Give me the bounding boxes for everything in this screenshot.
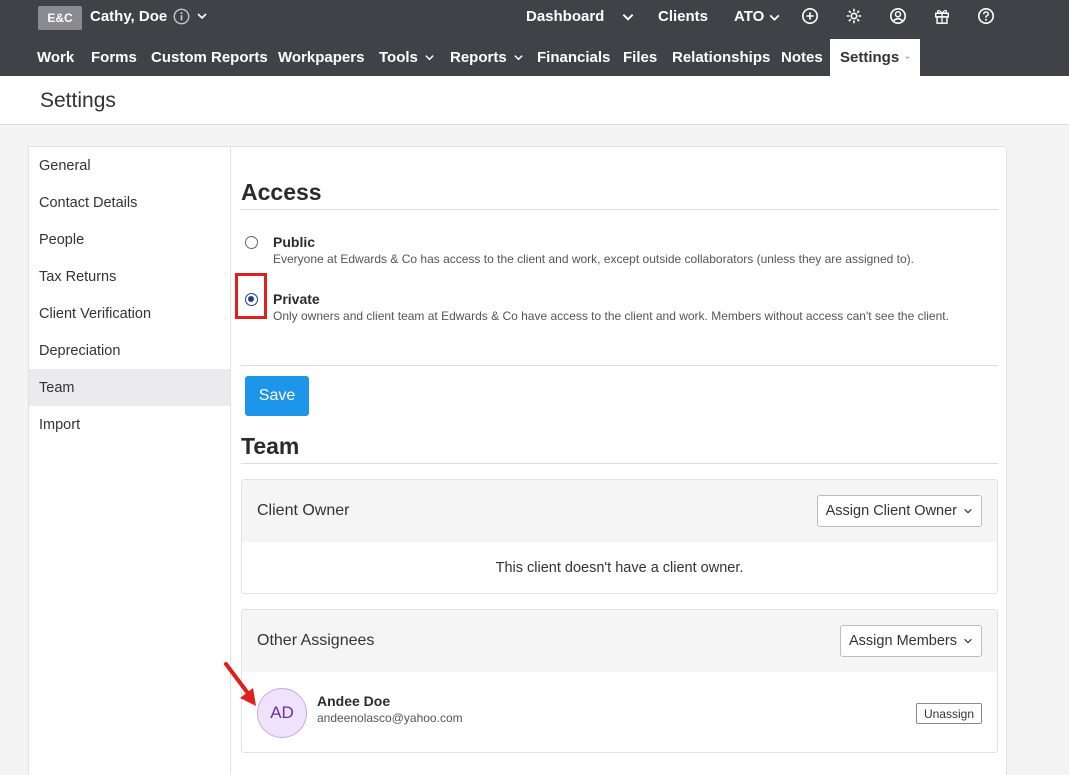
tab-settings-label: Settings: [840, 49, 900, 66]
sidebar-item-depreciation[interactable]: Depreciation: [29, 332, 230, 369]
chevron-down-icon[interactable]: [196, 10, 208, 22]
sidebar-item-team[interactable]: Team: [29, 369, 230, 406]
tab-relationships[interactable]: Relationships: [672, 39, 770, 76]
private-option-title[interactable]: Private: [273, 291, 320, 307]
gift-icon[interactable]: [933, 7, 951, 25]
tab-custom-reports[interactable]: Custom Reports: [151, 39, 268, 76]
tab-workpapers[interactable]: Workpapers: [278, 39, 364, 76]
clients-link[interactable]: Clients: [658, 8, 708, 25]
client-owner-title: Client Owner: [257, 502, 350, 519]
tab-financials[interactable]: Financials: [537, 39, 610, 76]
tab-tools[interactable]: Tools: [379, 39, 435, 76]
other-assignees-title: Other Assignees: [257, 632, 375, 649]
firm-logo[interactable]: E&C: [38, 6, 82, 30]
other-assignees-header: Other Assignees Assign Members: [242, 610, 997, 672]
assign-client-owner-label: Assign Client Owner: [825, 503, 957, 519]
sidebar-item-tax-returns[interactable]: Tax Returns: [29, 258, 230, 295]
chevron-down-icon: [964, 508, 972, 514]
unassign-button[interactable]: Unassign: [915, 703, 982, 724]
main-tabs: Work Forms Custom Reports Workpapers Too…: [0, 39, 1069, 76]
dashboard-link[interactable]: Dashboard: [526, 8, 604, 25]
chevron-down-icon: [425, 55, 434, 61]
assignee-email: andeenolasco@yahoo.com: [317, 711, 463, 725]
team-divider: [241, 463, 998, 464]
tab-notes[interactable]: Notes: [781, 39, 823, 76]
tab-work[interactable]: Work: [37, 39, 74, 76]
client-owner-empty-message: This client doesn't have a client owner.: [495, 560, 744, 576]
info-icon[interactable]: [173, 8, 190, 25]
sidebar-item-people[interactable]: People: [29, 221, 230, 258]
assign-client-owner-button[interactable]: Assign Client Owner: [816, 495, 982, 527]
sidebar-item-client-verification[interactable]: Client Verification: [29, 295, 230, 332]
sidebar-item-import[interactable]: Import: [29, 406, 230, 443]
client-owner-card: Client Owner Assign Client Owner This cl…: [241, 479, 998, 594]
chevron-down-icon[interactable]: [768, 11, 781, 24]
sidebar-item-contact-details[interactable]: Contact Details: [29, 184, 230, 221]
team-heading: Team: [241, 433, 300, 459]
public-option-title[interactable]: Public: [273, 234, 315, 250]
settings-sidebar: General Contact Details People Tax Retur…: [28, 146, 230, 775]
sidebar-item-general[interactable]: General: [29, 147, 230, 184]
assignee-name: Andee Doe: [317, 693, 391, 709]
annotation-arrow-icon: [224, 662, 256, 706]
page-title: Settings: [40, 89, 116, 112]
tab-reports-label: Reports: [450, 49, 507, 66]
chevron-down-icon: [964, 638, 972, 644]
public-option-description: Everyone at Edwards & Co has access to t…: [273, 252, 915, 266]
avatar: AD: [257, 688, 307, 738]
public-radio[interactable]: [245, 236, 258, 249]
gear-icon[interactable]: [845, 7, 863, 25]
private-option-description: Only owners and client team at Edwards &…: [273, 309, 949, 323]
assign-members-label: Assign Members: [849, 633, 957, 649]
private-radio[interactable]: [245, 293, 258, 306]
tab-forms[interactable]: Forms: [91, 39, 137, 76]
client-owner-header: Client Owner Assign Client Owner: [242, 480, 997, 542]
assign-members-button[interactable]: Assign Members: [840, 625, 982, 657]
tab-settings[interactable]: Settings: [830, 39, 920, 76]
help-icon[interactable]: [977, 7, 995, 25]
chevron-down-icon: [905, 56, 910, 59]
save-button[interactable]: Save: [245, 376, 309, 416]
settings-main-panel: Access Public Everyone at Edwards & Co h…: [230, 146, 1007, 775]
top-bar: E&C Cathy, Doe Dashboard Clients ATO Wor…: [0, 0, 1069, 76]
tab-reports[interactable]: Reports: [450, 39, 524, 76]
client-name[interactable]: Cathy, Doe: [90, 8, 167, 25]
access-heading: Access: [241, 179, 322, 205]
user-icon[interactable]: [889, 7, 907, 25]
tab-tools-label: Tools: [379, 49, 418, 66]
page-header: Settings: [0, 76, 1069, 125]
add-icon[interactable]: [801, 7, 819, 25]
access-divider: [241, 209, 998, 210]
tab-files[interactable]: Files: [623, 39, 657, 76]
other-assignees-card: Other Assignees Assign Members AD Andee …: [241, 609, 998, 753]
access-bottom-divider: [241, 365, 998, 366]
ato-menu[interactable]: ATO: [734, 8, 764, 25]
chevron-down-icon[interactable]: [621, 10, 635, 24]
chevron-down-icon: [514, 55, 523, 61]
